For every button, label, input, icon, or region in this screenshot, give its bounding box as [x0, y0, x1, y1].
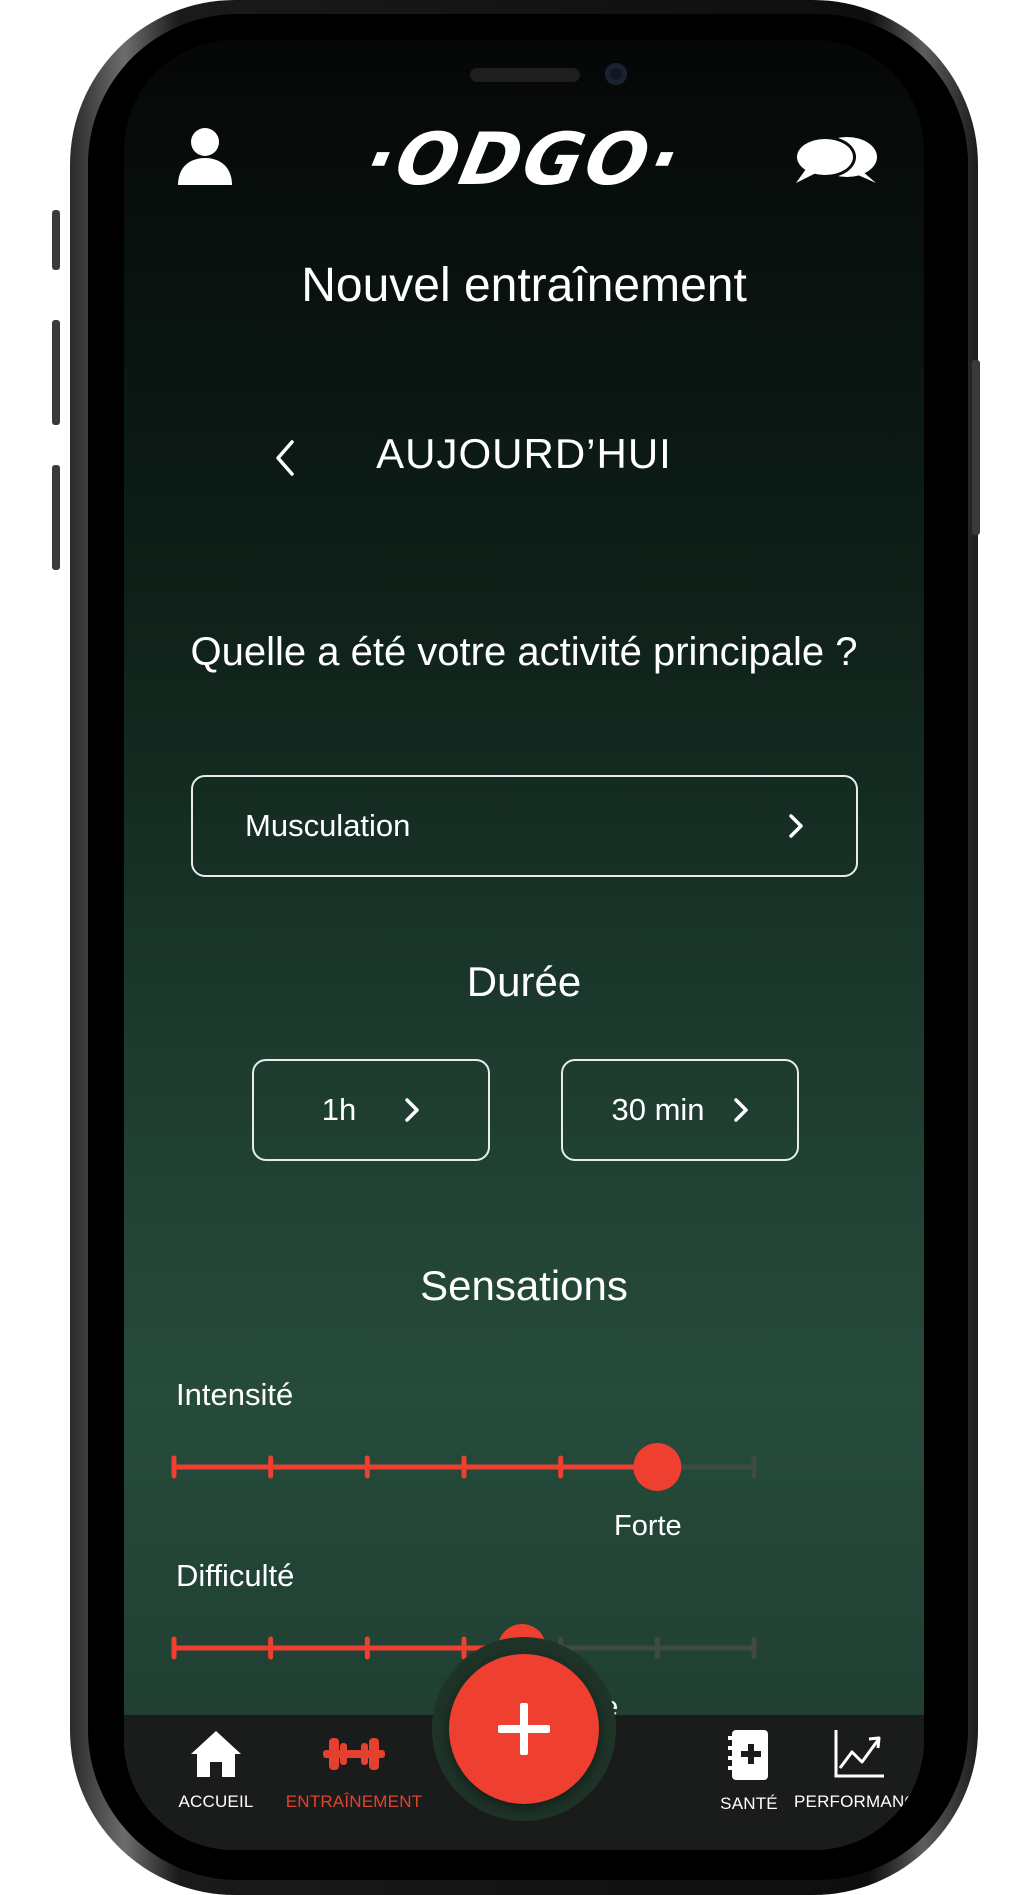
page-title: Nouvel entraînement [301, 259, 747, 312]
activity-select[interactable]: Musculation [191, 775, 858, 877]
chevron-right-icon [405, 1098, 419, 1122]
tab-accueil[interactable]: ACCUEIL [146, 1728, 286, 1838]
chevron-right-icon [789, 814, 803, 838]
intensity-slider-track [171, 1443, 757, 1491]
tab-label: PERFORMANCE [794, 1792, 924, 1811]
health-notebook-icon [728, 1730, 768, 1780]
front-camera [605, 63, 627, 85]
phone-mute-switch [52, 210, 60, 270]
chat-icon[interactable] [792, 135, 880, 187]
tab-label: SANTÉ [720, 1794, 778, 1813]
duration-minutes-select[interactable]: 30 min [561, 1059, 799, 1161]
current-date-label: AUJOURD’HUI [376, 430, 672, 477]
activity-select-value: Musculation [245, 808, 411, 843]
duration-title: Durée [466, 958, 582, 1005]
duration-hours-value: 1h [321, 1092, 357, 1127]
phone-power-button [972, 360, 980, 535]
intensity-label: Intensité [176, 1377, 294, 1412]
app-header: ·ODGO· [124, 117, 924, 215]
chart-icon [834, 1730, 884, 1778]
date-navigator: AUJOURD’HUI [124, 430, 924, 490]
difficulty-label: Difficulté [176, 1558, 295, 1593]
dumbbell-icon [323, 1738, 385, 1770]
activity-question: Quelle a été votre activité principale ? [190, 630, 858, 674]
phone-volume-down-button [52, 465, 60, 570]
intensity-slider[interactable] [171, 1437, 874, 1497]
duration-minutes-value: 30 min [611, 1092, 705, 1127]
app-screen: ·ODGO· Nouvel entraînement AUJOURD’HUI Q… [124, 40, 924, 1850]
tab-label: ENTRAÎNEMENT [285, 1792, 423, 1811]
tab-label: ACCUEIL [178, 1792, 254, 1811]
tab-entrainement[interactable]: ENTRAÎNEMENT [279, 1728, 429, 1838]
chevron-right-icon [733, 1098, 748, 1122]
tab-performance[interactable]: PERFORMANCE [794, 1728, 924, 1838]
plus-icon [498, 1703, 550, 1755]
sensations-title: Sensations [420, 1262, 628, 1309]
add-workout-button[interactable] [449, 1654, 599, 1804]
intensity-value-label: Forte [614, 1510, 682, 1542]
phone-volume-up-button [52, 320, 60, 425]
earpiece-speaker [470, 68, 580, 82]
duration-hours-select[interactable]: 1h [252, 1059, 490, 1161]
home-icon [191, 1731, 241, 1777]
tab-sante[interactable]: SANTÉ [689, 1728, 809, 1838]
slider-thumb[interactable] [633, 1443, 682, 1491]
